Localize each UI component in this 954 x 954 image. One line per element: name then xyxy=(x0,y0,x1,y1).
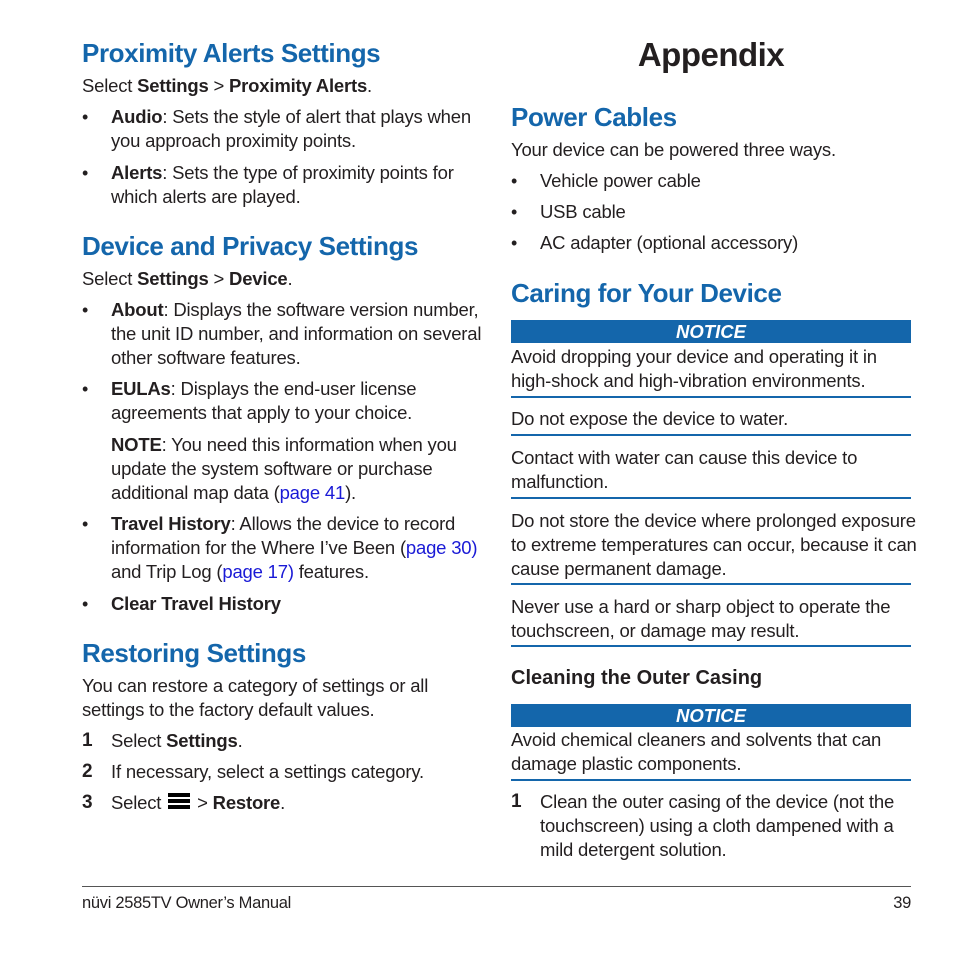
notice-text: Do not store the device where prolonged … xyxy=(511,510,917,579)
bullet: • xyxy=(82,163,89,183)
step-1: 1 Select Settings. xyxy=(82,730,243,751)
section-heading-device-privacy: Device and Privacy Settings xyxy=(82,231,419,261)
notice-text: Avoid dropping your device and operating… xyxy=(511,346,877,391)
notice-divider xyxy=(511,779,911,781)
notice-divider xyxy=(511,583,911,585)
list-item-audio: • Audio: Sets the style of alert that pl… xyxy=(82,106,471,151)
list-item-alerts: • Alerts: Sets the type of proximity poi… xyxy=(82,162,454,207)
section-heading-caring: Caring for Your Device xyxy=(511,278,782,308)
list-item-power: • USB cable xyxy=(511,201,626,222)
list-item-clear-travel-history: • Clear Travel History xyxy=(82,593,281,614)
note-paragraph: NOTE: You need this information when you… xyxy=(111,434,457,503)
notice-divider xyxy=(511,497,911,499)
link-page-17[interactable]: page 17) xyxy=(222,561,294,582)
proximity-select-path: Select Settings > Proximity Alerts. xyxy=(82,75,372,96)
list-item-about: • About: Displays the software version n… xyxy=(82,299,482,368)
list-item-power: • AC adapter (optional accessory) xyxy=(511,232,799,253)
link-page-41[interactable]: page 41 xyxy=(280,482,346,503)
bullet: • xyxy=(82,379,89,399)
notice-text: Never use a hard or sharp object to oper… xyxy=(511,596,891,641)
page-title: Appendix xyxy=(637,36,785,73)
notice-banner: NOTICE xyxy=(511,320,911,343)
cleaning-step-1: 1 Clean the outer casing of the device (… xyxy=(511,791,895,860)
notice-text: Contact with water can cause this device… xyxy=(511,447,858,492)
notice-banner: NOTICE xyxy=(511,704,911,727)
bullet: • xyxy=(82,514,89,534)
list-item-travel-history: • Travel History: Allows the device to r… xyxy=(82,513,478,582)
notice-text: Do not expose the device to water. xyxy=(511,408,789,429)
bullet: • xyxy=(82,300,89,320)
step-2: 2 If necessary, select a settings catego… xyxy=(82,761,424,782)
menu-icon xyxy=(168,793,191,811)
footer-manual-title: nüvi 2585TV Owner’s Manual xyxy=(82,894,291,912)
footer-page-number: 39 xyxy=(893,894,911,912)
bullet: • xyxy=(82,594,89,614)
bullet: • xyxy=(82,107,89,127)
subheading-cleaning: Cleaning the Outer Casing xyxy=(511,667,763,689)
list-item-power: • Vehicle power cable xyxy=(511,170,701,191)
list-item-eulas: • EULAs: Displays the end-user license a… xyxy=(82,378,417,423)
notice-divider xyxy=(511,434,911,436)
footer-divider xyxy=(82,886,911,887)
notice-text: Avoid chemical cleaners and solvents tha… xyxy=(511,729,882,774)
link-page-30[interactable]: page 30) xyxy=(406,537,478,558)
step-3: 3 Select > Restore. xyxy=(82,792,286,813)
notice-divider xyxy=(511,645,911,647)
notice-divider xyxy=(511,396,911,398)
section-heading-restoring-settings: Restoring Settings xyxy=(82,638,306,668)
restoring-intro: You can restore a category of settings o… xyxy=(82,675,429,720)
power-intro: Your device can be powered three ways. xyxy=(511,139,836,160)
device-select-path: Select Settings > Device. xyxy=(82,268,293,289)
section-heading-power-cables: Power Cables xyxy=(511,102,677,132)
